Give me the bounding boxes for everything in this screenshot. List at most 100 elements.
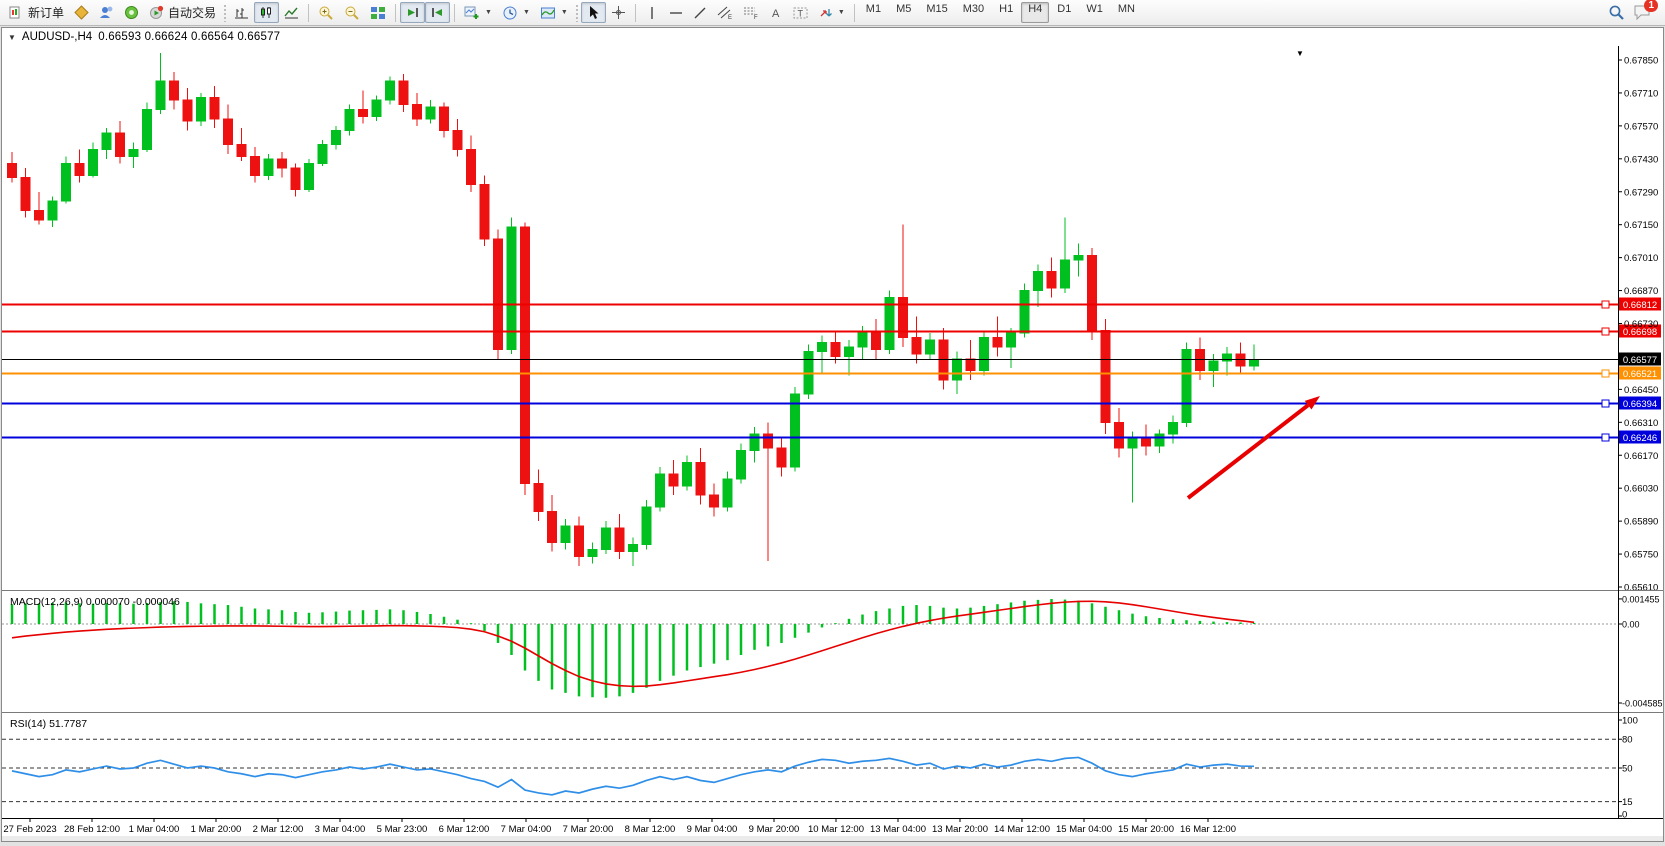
candle	[521, 222, 530, 495]
terminal-button[interactable]	[119, 2, 144, 23]
time-tick-label: 9 Mar 20:00	[749, 824, 800, 835]
chevron-down-icon: ▼	[523, 9, 530, 16]
candle	[62, 156, 71, 203]
price-badge-label: 0.66246	[1623, 433, 1657, 444]
candle	[1182, 342, 1191, 427]
candlestick-chart-icon	[259, 5, 274, 20]
line-chart-button[interactable]	[279, 2, 304, 23]
macd-scale-label: 0.00	[1622, 620, 1640, 630]
time-tick-label: 8 Mar 12:00	[625, 824, 676, 835]
time-tick-label: 14 Mar 12:00	[994, 824, 1050, 835]
rsi-scale-label: 100	[1622, 716, 1638, 727]
text-label-button[interactable]: T	[788, 2, 813, 23]
text-icon: A	[769, 6, 783, 20]
horizontal-line-icon	[669, 6, 683, 20]
timeframe-H1[interactable]: H1	[992, 2, 1020, 23]
candle	[305, 159, 314, 192]
bar-chart-button[interactable]	[229, 2, 254, 23]
line-handle[interactable]	[1602, 370, 1609, 377]
chart-title-bar[interactable]: ▼ AUDUSD-,H4 0.66593 0.66624 0.66564 0.6…	[2, 28, 1663, 46]
price-tick-label: 0.66310	[1624, 418, 1658, 429]
vertical-line-button[interactable]	[640, 2, 664, 23]
zoom-in-button[interactable]	[313, 2, 339, 23]
text-label-icon: T	[793, 6, 808, 20]
chart-shift-icon	[430, 5, 445, 20]
time-tick-label: 5 Mar 23:00	[377, 824, 428, 835]
equidistant-channel-icon: E	[717, 5, 733, 20]
chevron-down-icon: ▼	[838, 9, 845, 16]
chart-shift-button[interactable]	[425, 2, 450, 23]
time-tick-label: 15 Mar 04:00	[1056, 824, 1112, 835]
rsi-scale-label: 50	[1622, 764, 1633, 775]
chart-ohlc-values: 0.66593 0.66624 0.66564 0.66577	[98, 31, 280, 43]
line-handle[interactable]	[1602, 301, 1609, 308]
autotrading-label: 自动交易	[168, 4, 216, 21]
market-watch-button[interactable]	[69, 2, 94, 23]
rsi-scale-label: 80	[1622, 735, 1633, 746]
candle	[345, 105, 354, 136]
macd-indicator-label: MACD(12,26,9) 0.000070 -0.000046	[10, 596, 180, 608]
svg-text:F: F	[754, 15, 758, 20]
time-tick-label: 1 Mar 04:00	[129, 824, 180, 835]
navigator-icon	[99, 5, 114, 20]
trendline-icon	[693, 6, 707, 20]
search-icon[interactable]	[1608, 4, 1625, 21]
time-tick-label: 1 Mar 20:00	[191, 824, 242, 835]
price-tick-label: 0.67570	[1624, 121, 1658, 132]
time-tick-label: 7 Mar 20:00	[563, 824, 614, 835]
navigator-button[interactable]	[94, 2, 119, 23]
autotrading-button[interactable]: 自动交易	[144, 2, 221, 23]
timeframe-H4[interactable]: H4	[1021, 2, 1049, 23]
timeframe-D1[interactable]: D1	[1050, 2, 1078, 23]
new-order-button[interactable]: 新订单	[4, 2, 69, 23]
period-button[interactable]: ▼	[497, 2, 535, 23]
template-button[interactable]: ▼	[535, 2, 573, 23]
timeframe-W1[interactable]: W1	[1079, 2, 1110, 23]
arrows-button[interactable]: ▼	[813, 2, 850, 23]
zoom-out-button[interactable]	[339, 2, 365, 23]
timeframe-M1[interactable]: M1	[859, 2, 888, 23]
tile-windows-button[interactable]	[365, 2, 391, 23]
autotrading-icon	[149, 5, 164, 20]
price-tick-label: 0.66730	[1624, 319, 1658, 330]
crosshair-button[interactable]	[606, 2, 631, 23]
zoom-in-icon	[318, 5, 334, 21]
candle	[494, 229, 503, 358]
time-tick-label: 10 Mar 12:00	[808, 824, 864, 835]
notifications-button[interactable]: 1	[1633, 4, 1651, 21]
horizontal-line-button[interactable]	[664, 2, 688, 23]
bar-chart-icon	[234, 5, 249, 20]
auto-scroll-button[interactable]	[400, 2, 425, 23]
fibonacci-button[interactable]: F	[738, 2, 764, 23]
timeframe-MN[interactable]: MN	[1111, 2, 1142, 23]
candle	[480, 175, 489, 246]
candle	[642, 500, 651, 549]
candlestick-chart-button[interactable]	[254, 2, 279, 23]
tile-windows-icon	[370, 5, 386, 21]
line-handle[interactable]	[1602, 400, 1609, 407]
candle	[1088, 248, 1097, 340]
time-tick-label: 3 Mar 04:00	[315, 824, 366, 835]
price-tick-label: 0.67150	[1624, 220, 1658, 231]
timeframe-M15[interactable]: M15	[919, 2, 954, 23]
text-button[interactable]: A	[764, 2, 788, 23]
cursor-button[interactable]	[581, 2, 606, 23]
line-handle[interactable]	[1602, 328, 1609, 335]
timeframe-M5[interactable]: M5	[889, 2, 918, 23]
trendline-button[interactable]	[688, 2, 712, 23]
time-tick-label: 15 Mar 20:00	[1118, 824, 1174, 835]
timeframe-M30[interactable]: M30	[956, 2, 991, 23]
time-tick-label: 13 Mar 04:00	[870, 824, 926, 835]
candle	[386, 76, 395, 104]
candle	[791, 387, 800, 472]
arrows-icon	[818, 6, 833, 20]
candle	[980, 331, 989, 376]
line-handle[interactable]	[1602, 434, 1609, 441]
macd-scale-label: 0.001455	[1622, 594, 1660, 604]
new-chart-button[interactable]: ▼	[459, 2, 497, 23]
rsi-scale-label: 0	[1622, 810, 1627, 821]
equidistant-channel-button[interactable]: E	[712, 2, 738, 23]
candle	[656, 467, 665, 512]
fibonacci-icon: F	[743, 5, 759, 20]
clock-icon	[502, 5, 518, 21]
